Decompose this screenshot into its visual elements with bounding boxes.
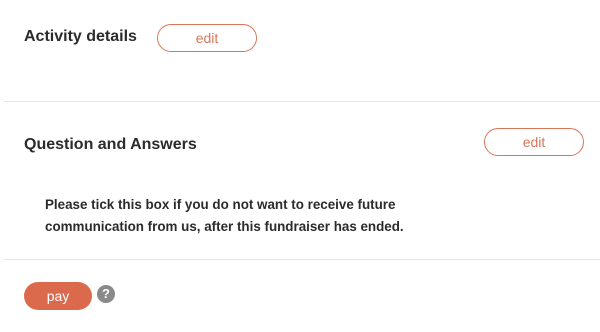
activity-details-edit-button[interactable]: edit: [157, 24, 257, 52]
section-divider: [4, 101, 600, 102]
activity-details-title: Activity details: [24, 28, 137, 45]
pay-button[interactable]: pay: [24, 282, 92, 310]
question-circle-icon[interactable]: ?: [97, 285, 115, 303]
question-and-answers-edit-button[interactable]: edit: [484, 128, 584, 156]
communication-opt-out-notice: Please tick this box if you do not want …: [45, 197, 404, 234]
page: Activity details edit Question and Answe…: [0, 0, 600, 332]
question-and-answers-title: Question and Answers: [24, 136, 197, 153]
section-divider: [4, 259, 600, 260]
